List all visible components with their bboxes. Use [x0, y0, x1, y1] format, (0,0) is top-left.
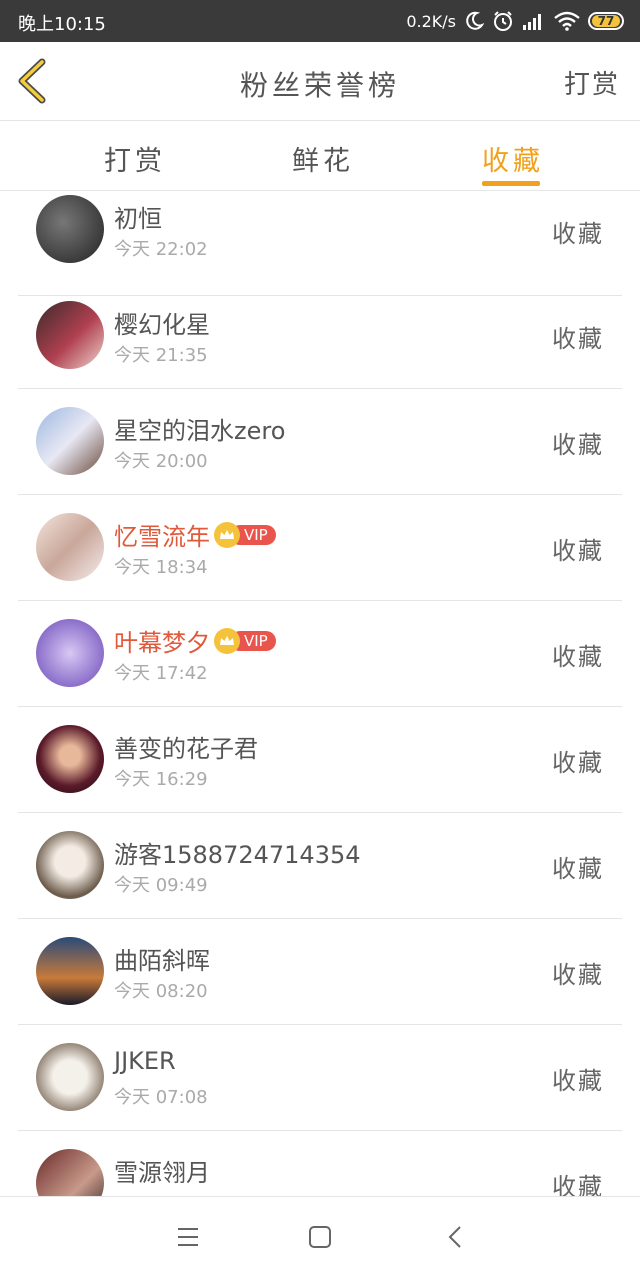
timestamp: 今天 17:42 — [114, 663, 208, 684]
action-label: 收藏 — [552, 749, 604, 777]
reward-button[interactable]: 打赏 — [564, 64, 620, 101]
moon-icon — [466, 11, 484, 30]
menu-button[interactable] — [176, 1225, 200, 1253]
username: JJKER — [114, 1047, 176, 1075]
username: 游客1588724714354 — [114, 841, 361, 869]
menu-icon — [178, 1228, 198, 1246]
list-item[interactable]: 星空的泪水zero 今天 20:00 收藏 — [18, 389, 622, 495]
action-label: 收藏 — [552, 220, 604, 248]
timestamp: 今天 21:35 — [114, 345, 208, 366]
battery-level: 77 — [592, 15, 620, 27]
action-label: 收藏 — [552, 537, 604, 565]
list-item[interactable]: 忆雪流年 VIP 今天 18:34 收藏 — [18, 495, 622, 601]
username: 星空的泪水zero — [114, 417, 286, 445]
timestamp: 今天 09:49 — [114, 875, 208, 896]
action-label: 收藏 — [552, 643, 604, 671]
list-item[interactable]: 曲陌斜晖 今天 08:20 收藏 — [18, 919, 622, 1025]
list-item[interactable]: 雪源翎月 收藏 — [18, 1131, 622, 1196]
back-icon — [448, 1226, 461, 1248]
timestamp: 今天 18:34 — [114, 557, 208, 578]
battery-icon: 77 — [588, 12, 624, 30]
back-nav-button[interactable] — [444, 1225, 468, 1253]
username: 樱幻化星 — [114, 311, 210, 339]
username: 叶幕梦夕 VIP — [114, 623, 276, 658]
avatar — [36, 937, 104, 1005]
action-label: 收藏 — [552, 325, 604, 353]
status-icons: 0.2K/s 77 — [406, 8, 624, 34]
status-bar: 晚上10:15 0.2K/s 77 — [0, 0, 640, 42]
username: 善变的花子君 — [114, 735, 258, 763]
avatar — [36, 725, 104, 793]
crown-icon — [214, 627, 240, 654]
tab-reward[interactable]: 打赏 — [104, 139, 166, 178]
tab-favorites[interactable]: 收藏 — [482, 139, 544, 178]
timestamp: 今天 07:08 — [114, 1087, 208, 1108]
vip-badge: VIP — [214, 521, 276, 548]
crown-icon — [214, 521, 240, 548]
list-item[interactable]: 樱幻化星 今天 21:35 收藏 — [18, 283, 622, 389]
tab-flowers[interactable]: 鲜花 — [292, 139, 354, 178]
avatar — [36, 1149, 104, 1196]
list-item[interactable]: 善变的花子君 今天 16:29 收藏 — [18, 707, 622, 813]
avatar — [36, 831, 104, 899]
username: 曲陌斜晖 — [114, 947, 210, 975]
page-title: 粉丝荣誉榜 — [239, 69, 400, 102]
signal-icon — [523, 14, 541, 30]
avatar — [36, 513, 104, 581]
avatar — [36, 195, 104, 263]
avatar — [36, 301, 104, 369]
username: 初恒 — [114, 205, 162, 233]
action-label: 收藏 — [552, 431, 604, 459]
alarm-icon — [494, 11, 512, 31]
home-button[interactable] — [308, 1225, 332, 1253]
username: 雪源翎月 — [114, 1159, 210, 1187]
list-item[interactable]: 叶幕梦夕 VIP 今天 17:42 收藏 — [18, 601, 622, 707]
wifi-icon — [554, 11, 580, 31]
timestamp: 今天 16:29 — [114, 769, 208, 790]
avatar — [36, 619, 104, 687]
fan-list: 初恒 今天 22:02 收藏 樱幻化星 今天 21:35 收藏 星空的泪水zer… — [0, 191, 640, 1196]
action-label: 收藏 — [552, 1067, 604, 1095]
action-label: 收藏 — [552, 1173, 604, 1196]
top-bar: 粉丝荣誉榜 打赏 — [0, 42, 640, 121]
list-item[interactable]: 游客1588724714354 今天 09:49 收藏 — [18, 813, 622, 919]
timestamp: 今天 08:20 — [114, 981, 208, 1002]
avatar — [36, 1043, 104, 1111]
action-label: 收藏 — [552, 855, 604, 883]
status-time: 晚上10:15 — [18, 14, 106, 35]
action-label: 收藏 — [552, 961, 604, 989]
home-icon — [309, 1226, 331, 1248]
username: 忆雪流年 VIP — [114, 517, 276, 552]
system-nav-bar — [0, 1196, 640, 1281]
timestamp: 今天 20:00 — [114, 451, 208, 472]
vip-badge: VIP — [214, 627, 276, 654]
list-item[interactable]: 初恒 今天 22:02 收藏 — [18, 191, 622, 296]
active-tab-indicator — [482, 181, 540, 186]
tab-bar: 打赏 鲜花 收藏 — [0, 121, 640, 191]
avatar — [36, 407, 104, 475]
net-speed: 0.2K/s — [406, 11, 456, 31]
timestamp: 今天 22:02 — [114, 239, 208, 260]
list-item[interactable]: JJKER 今天 07:08 收藏 — [18, 1025, 622, 1131]
